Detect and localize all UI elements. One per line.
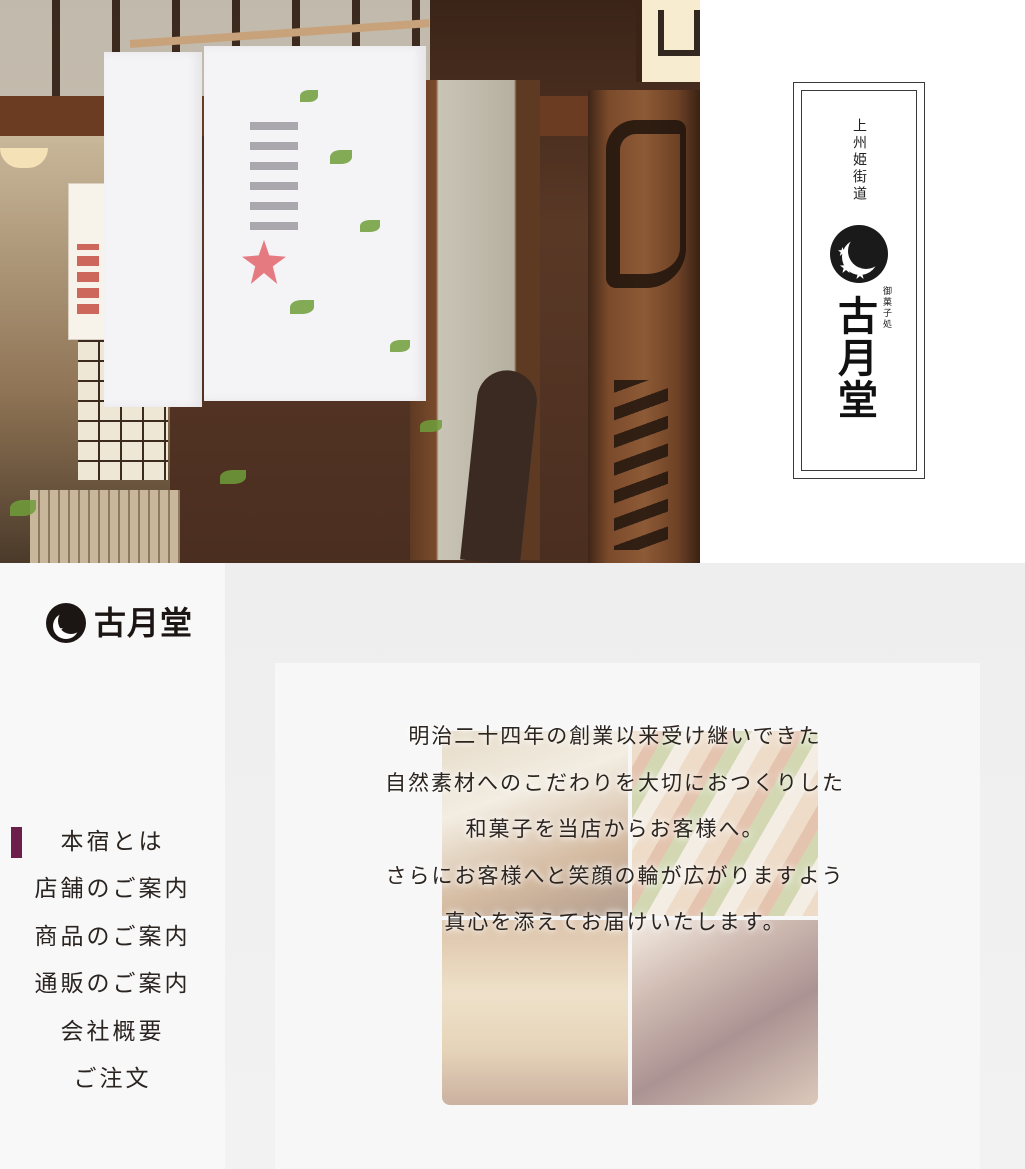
intro-line: 明治二十四年の創業以来受け継いできた [408, 724, 822, 748]
sweets-photo-anko [632, 920, 818, 1105]
nav-item-mail-order[interactable]: 通販のご案内 [0, 961, 225, 1008]
hanging-sign [68, 183, 108, 340]
wooden-pillar [588, 90, 700, 563]
sidebar: 古月堂 本宿とは 店舗のご案内 商品のご案内 通販のご案内 会社概要 ご注文 [0, 563, 225, 1169]
nav-item-products[interactable]: 商品のご案内 [0, 914, 225, 961]
crescent-moon-emblem-icon [46, 603, 86, 643]
crescent-moon-emblem-icon [830, 225, 888, 283]
intro-line: 真心を添えてお届けいたします。 [444, 910, 786, 934]
nav-item-about-motojuku[interactable]: 本宿とは [0, 819, 225, 866]
logo-shop-name: 古月堂 [831, 295, 878, 421]
sweets-photo-manju [442, 920, 628, 1105]
leaf [390, 340, 410, 352]
vertical-logo-card: 上州姫街道 御菓子処 古月堂 [793, 82, 925, 479]
logo-subtitle: 御菓子処 [881, 286, 891, 330]
leaf [290, 300, 314, 314]
hero-photo [0, 0, 700, 563]
main-content: 明治二十四年の創業以来受け継いできた 自然素材へのこだわりを大切におつくりした … [225, 563, 1025, 1169]
nav-item-company[interactable]: 会社概要 [0, 1009, 225, 1056]
leaf [220, 470, 246, 484]
intro-line: さらにお客様へと笑顔の輪が広がりますよう [385, 863, 845, 888]
leaf [10, 500, 36, 516]
logo-tagline: 上州姫街道 [851, 118, 867, 203]
brand-logo[interactable]: 古月堂 [46, 601, 193, 645]
curtain-calligraphy [250, 110, 298, 230]
nav-item-order[interactable]: ご注文 [0, 1056, 225, 1103]
lantern-sign [636, 0, 700, 82]
leaf [300, 90, 318, 102]
nav-item-store-info[interactable]: 店舗のご案内 [0, 866, 225, 913]
main-nav: 本宿とは 店舗のご案内 商品のご案内 通販のご案内 会社概要 ご注文 [0, 819, 225, 1103]
bamboo-fence [30, 490, 180, 563]
leaf [330, 150, 352, 164]
leaf [420, 420, 442, 432]
noren-curtain-left [104, 52, 202, 407]
intro-line: 和菓子を当店からお客様へ。 [465, 817, 765, 841]
leaf [360, 220, 380, 232]
intro-message: 明治二十四年の創業以来受け継いできた 自然素材へのこだわりを大切におつくりした … [325, 713, 905, 946]
intro-line: 自然素材へのこだわりを大切におつくりした [385, 770, 845, 795]
brand-name: 古月堂 [94, 604, 194, 642]
